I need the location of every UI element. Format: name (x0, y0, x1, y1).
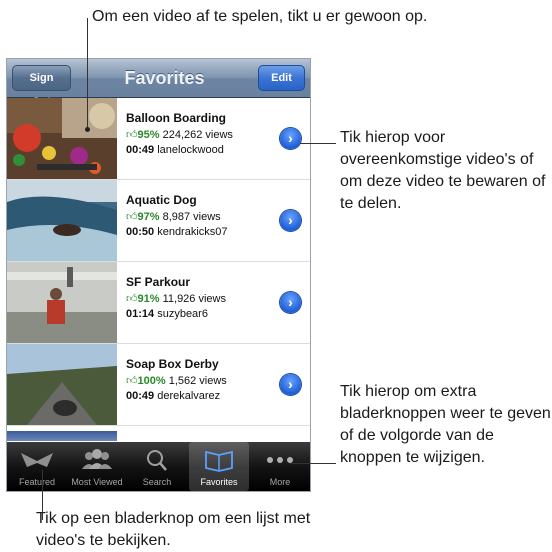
video-title: SF Parkour (126, 275, 191, 289)
video-info: Balloon Boarding 👍︎95% 224,262 views 00:… (126, 111, 276, 156)
video-info: SF Parkour 👍︎91% 11,926 views 01:14 suzy… (126, 275, 276, 320)
tab-most-viewed[interactable]: Most Viewed (67, 442, 127, 491)
video-thumbnail[interactable] (7, 262, 117, 343)
thumbs-up-icon: 👍︎ (126, 211, 138, 223)
tab-label: Most Viewed (71, 477, 123, 487)
video-rating: 91% (137, 293, 160, 305)
leader-dot-top (85, 127, 90, 132)
callout-disclosure-button: Tik hierop voor overeenkomstige video's … (340, 129, 546, 212)
video-user: suzybear6 (157, 308, 208, 320)
thumbs-up-icon: 👍︎ (126, 375, 138, 387)
bookmarks-icon (189, 447, 249, 473)
video-duration: 00:50 (126, 226, 155, 238)
video-thumbnail[interactable] (7, 180, 117, 261)
disclosure-button[interactable]: › (280, 374, 301, 395)
video-title: Aquatic Dog (126, 193, 197, 207)
video-thumbnail[interactable] (7, 98, 117, 179)
sign-out-button[interactable]: Sign Out (12, 65, 71, 108)
leader-line-right-1 (300, 143, 336, 144)
featured-icon (7, 447, 67, 473)
tab-bar: Featured Most Viewed Search Favorites Mo… (7, 442, 310, 491)
video-views: 8,987 views (162, 211, 221, 223)
leader-line-top (87, 18, 88, 130)
disclosure-button[interactable]: › (280, 292, 301, 313)
leader-line-bottom (42, 470, 43, 520)
tab-search[interactable]: Search (127, 442, 187, 491)
video-user: lanelockwood (157, 144, 224, 156)
tab-label: Featured (18, 477, 56, 487)
page-title: Favorites (124, 68, 205, 88)
video-thumbnail[interactable] (7, 344, 117, 425)
video-user: kendrakicks07 (157, 226, 228, 238)
edit-button[interactable]: Edit (258, 65, 305, 91)
video-views: 1,562 views (168, 375, 227, 387)
video-list: Balloon Boarding 👍︎95% 224,262 views 00:… (7, 98, 310, 426)
video-row-sf-parkour[interactable]: SF Parkour 👍︎91% 11,926 views 01:14 suzy… (7, 262, 310, 344)
thumbs-up-icon: 👍︎ (126, 293, 138, 305)
thumbs-up-icon: 👍︎ (126, 129, 138, 141)
leader-line-right-2 (290, 463, 336, 464)
navigation-bar: Sign Out Favorites Edit (7, 59, 310, 108)
video-info: Soap Box Derby 👍︎100% 1,562 views 00:49 … (126, 357, 276, 402)
video-rating: 100% (137, 375, 166, 387)
video-row-balloon-boarding[interactable]: Balloon Boarding 👍︎95% 224,262 views 00:… (7, 98, 310, 180)
next-video-thumbnail[interactable] (7, 431, 117, 441)
tab-more[interactable]: More (250, 442, 310, 491)
tab-label: More (269, 477, 291, 487)
tab-favorites[interactable]: Favorites (189, 442, 249, 491)
video-info: Aquatic Dog 👍︎97% 8,987 views 00:50 kend… (126, 193, 276, 238)
video-views: 11,926 views (162, 293, 226, 305)
callout-browse-buttons: Tik op een bladerknop om een lijst met v… (36, 510, 311, 549)
tab-featured[interactable]: Featured (7, 442, 67, 491)
video-rating: 95% (137, 129, 160, 141)
video-views: 224,262 views (162, 129, 233, 141)
callout-play-video: Om een video af te spelen, tikt u er gew… (92, 8, 428, 25)
video-user: derekalvarez (157, 390, 221, 402)
more-icon (250, 447, 310, 473)
search-icon (127, 447, 187, 473)
video-title: Soap Box Derby (126, 357, 219, 371)
tab-label: Search (142, 477, 172, 487)
disclosure-button[interactable]: › (280, 128, 301, 149)
video-title: Balloon Boarding (126, 111, 226, 125)
video-row-soap-box-derby[interactable]: Soap Box Derby 👍︎100% 1,562 views 00:49 … (7, 344, 310, 426)
video-row-aquatic-dog[interactable]: Aquatic Dog 👍︎97% 8,987 views 00:50 kend… (7, 180, 310, 262)
video-duration: 00:49 (126, 390, 155, 402)
video-duration: 01:14 (126, 308, 155, 320)
phone-screen: Sign Out Favorites Edit (6, 58, 311, 492)
most-viewed-icon (67, 447, 127, 473)
callout-more-button: Tik hierop om extra bladerknoppen weer t… (340, 383, 551, 466)
tab-label: Favorites (200, 477, 238, 487)
video-duration: 00:49 (126, 144, 155, 156)
video-rating: 97% (137, 211, 160, 223)
disclosure-button[interactable]: › (280, 210, 301, 231)
